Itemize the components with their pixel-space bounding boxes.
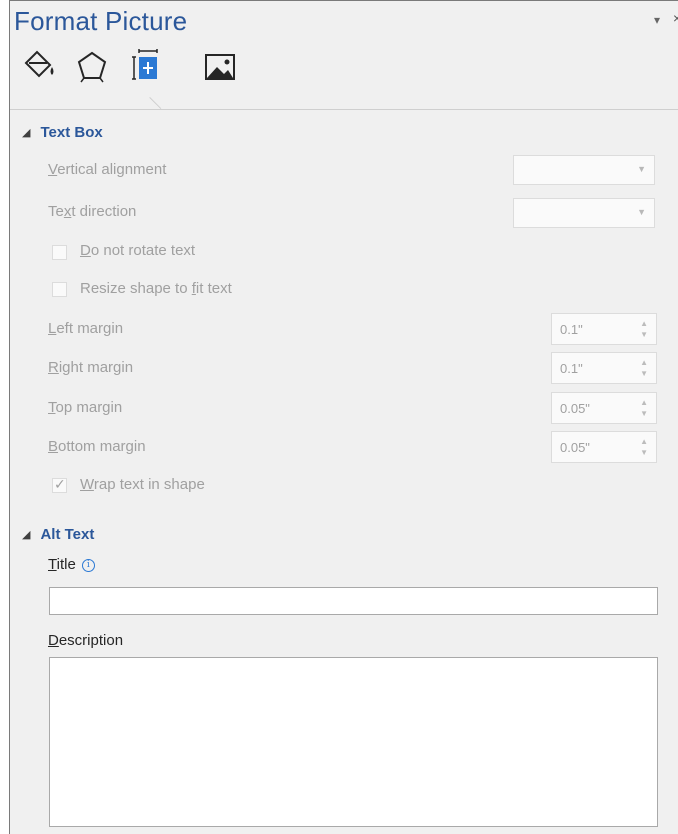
label-text: ertical alignment (57, 161, 167, 178)
label-text: itle (56, 556, 76, 573)
pentagon-icon (77, 51, 107, 83)
label-text: ight margin (58, 359, 134, 376)
text-box-heading: Text Box (40, 124, 103, 141)
top-margin-label: Top margin (48, 399, 122, 416)
pane-options-dropdown-icon[interactable]: ▾ (654, 13, 674, 27)
paint-bucket-icon (24, 50, 54, 78)
vertical-alignment-dropdown[interactable]: ▼ (513, 155, 655, 185)
spinner-value: 0.05" (560, 440, 590, 455)
do-not-rotate-label: Do not rotate text (80, 242, 195, 259)
mnemonic: T (48, 556, 57, 573)
pane-title: Format Picture (14, 6, 188, 36)
label-text: ottom margin (58, 438, 146, 455)
spinner-value: 0.05" (560, 401, 590, 416)
spin-down-icon[interactable]: ▼ (640, 410, 648, 418)
size-properties-icon (132, 49, 158, 80)
spin-up-icon[interactable]: ▲ (640, 399, 648, 407)
description-textarea[interactable] (49, 657, 658, 827)
tab-picture[interactable] (200, 47, 240, 87)
bottom-margin-spinner[interactable]: 0.05" ▲ ▼ (551, 431, 657, 463)
text-direction-dropdown[interactable]: ▼ (513, 198, 655, 228)
chevron-down-icon: ▼ (637, 207, 646, 217)
mnemonic: B (48, 438, 59, 455)
label-text: escription (58, 632, 124, 649)
pane-tabs (10, 47, 678, 117)
mnemonic: V (48, 161, 58, 178)
tab-size-properties[interactable] (126, 47, 166, 87)
bottom-margin-label: Bottom margin (48, 438, 146, 455)
picture-icon (205, 54, 235, 80)
label-text: t direction (71, 203, 137, 220)
spin-up-icon[interactable]: ▲ (640, 320, 648, 328)
label-text: it text (195, 280, 232, 297)
collapse-triangle-icon: ◢ (22, 127, 31, 139)
right-margin-label: Right margin (48, 359, 133, 376)
checkmark-icon: ✓ (54, 476, 66, 492)
alt-text-section-header[interactable]: ◢ Alt Text (22, 526, 94, 543)
mnemonic: T (48, 399, 56, 416)
pane-close-icon[interactable]: × (673, 10, 678, 26)
description-label: Description (48, 632, 123, 649)
label-text: Resize shape to (80, 280, 192, 297)
collapse-triangle-icon: ◢ (22, 529, 31, 541)
label-text: rap text in shape (93, 476, 205, 493)
tabs-divider (10, 109, 678, 110)
top-margin-spinner[interactable]: 0.05" ▲ ▼ (551, 392, 657, 424)
label-text: Te (48, 203, 64, 220)
title-input[interactable] (49, 587, 658, 615)
resize-shape-label: Resize shape to fit text (80, 280, 232, 297)
info-icon[interactable]: i (81, 559, 95, 572)
vertical-alignment-label: Vertical alignment (48, 161, 166, 178)
tab-effects[interactable] (72, 47, 112, 87)
spin-up-icon[interactable]: ▲ (640, 359, 648, 367)
text-box-section-header[interactable]: ◢ Text Box (22, 124, 103, 141)
label-text: eft margin (56, 320, 124, 337)
wrap-text-checkbox[interactable]: ✓ (52, 476, 67, 493)
right-margin-spinner[interactable]: 0.1" ▲ ▼ (551, 352, 657, 384)
label-text: op margin (55, 399, 123, 416)
spin-up-icon[interactable]: ▲ (640, 438, 648, 446)
spinner-value: 0.1" (560, 361, 583, 376)
mnemonic: R (48, 359, 59, 376)
mnemonic: D (48, 632, 59, 649)
do-not-rotate-checkbox[interactable] (52, 245, 67, 260)
spin-down-icon[interactable]: ▼ (640, 331, 648, 339)
text-direction-label: Text direction (48, 203, 136, 220)
chevron-down-icon: ▼ (637, 164, 646, 174)
label-text: o not rotate text (90, 242, 196, 259)
title-label: Title i (48, 556, 95, 574)
left-margin-label: Left margin (48, 320, 123, 337)
spin-down-icon[interactable]: ▼ (640, 370, 648, 378)
alt-text-heading: Alt Text (40, 526, 95, 543)
wrap-text-label: Wrap text in shape (80, 476, 205, 493)
tab-fill-line[interactable] (20, 47, 60, 87)
spin-down-icon[interactable]: ▼ (640, 449, 648, 457)
mnemonic: W (80, 476, 94, 493)
mnemonic: D (80, 242, 91, 259)
format-picture-pane: Format Picture ▾ × (9, 0, 678, 834)
left-margin-spinner[interactable]: 0.1" ▲ ▼ (551, 313, 657, 345)
resize-shape-checkbox[interactable] (52, 282, 67, 297)
spinner-value: 0.1" (560, 322, 583, 337)
